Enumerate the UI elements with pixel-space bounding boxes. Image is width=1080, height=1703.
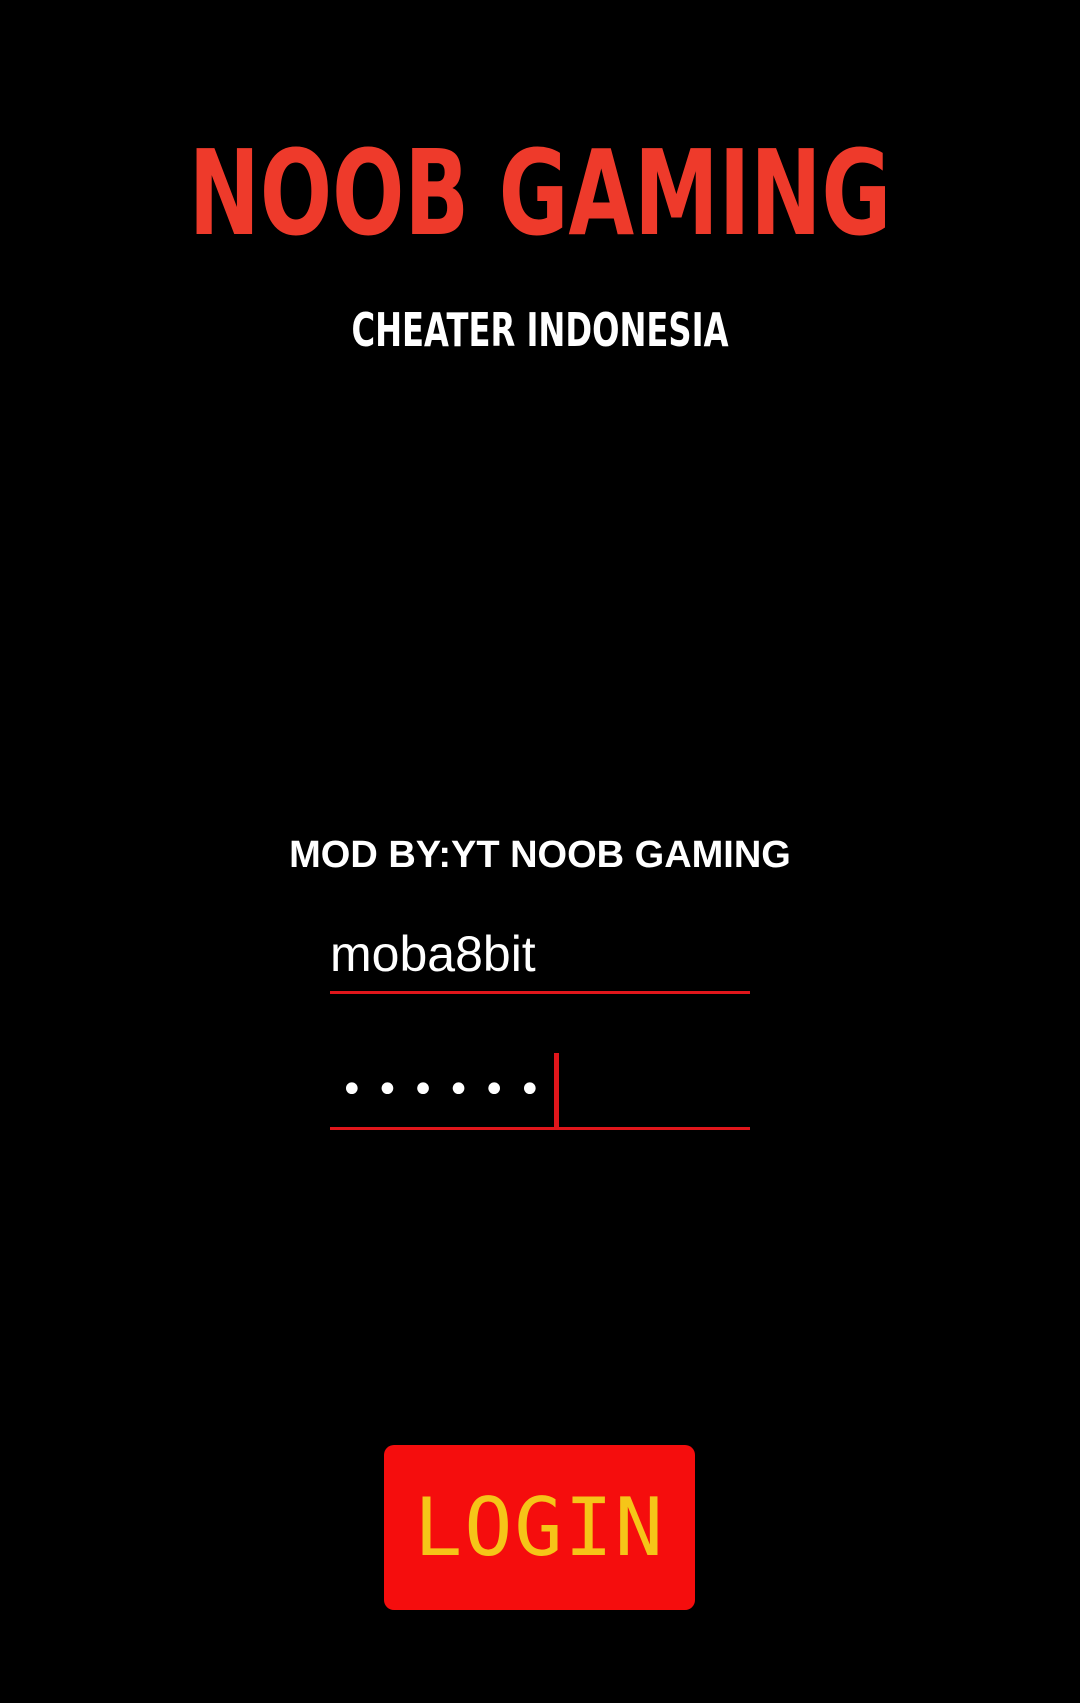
login-button[interactable]: LOGIN — [384, 1445, 695, 1610]
password-mask: •••••• — [340, 1067, 554, 1113]
password-field[interactable]: •••••• — [330, 1052, 750, 1130]
credit-text: MOD BY:YT NOOB GAMING — [289, 834, 791, 876]
username-field[interactable]: moba8bit — [330, 918, 750, 994]
password-input-row: •••••• — [340, 1052, 559, 1128]
text-cursor — [553, 1053, 559, 1127]
username-value: moba8bit — [330, 926, 536, 982]
login-button-label: LOGIN — [414, 1481, 665, 1574]
app-subtitle: CHEATER INDONESIA — [351, 303, 729, 357]
app-title: NOOB GAMING — [188, 124, 892, 262]
